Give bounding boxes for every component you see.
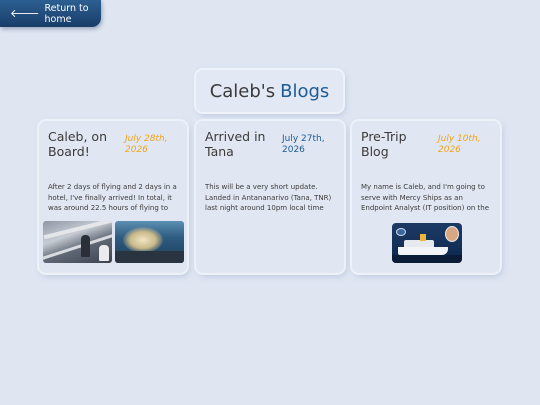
blog-card-excerpt: After 2 days of flying and 2 days in a h… — [48, 183, 177, 212]
blog-card-title: Caleb, on Board! — [48, 129, 108, 159]
blog-card-pre-trip-blog[interactable]: Pre-Trip Blog July 10th, 2026 My name is… — [352, 121, 500, 273]
blog-card-photo-gangway — [43, 221, 112, 263]
blog-card-arrived-in-tana[interactable]: Arrived in Tana July 27th, 2026 This wil… — [196, 121, 344, 273]
return-home-button[interactable]: 🡐 Return to home — [0, 0, 101, 27]
page-title-part1: Caleb's — [209, 80, 276, 102]
blog-card-date: July 27th, 2026 — [282, 134, 325, 155]
blog-card-excerpt: This will be a very short update. Landed… — [205, 183, 332, 212]
return-home-label: Return to home — [44, 2, 89, 25]
blog-card-date: July 28th, 2026 — [125, 134, 168, 155]
blog-card-ship-image — [392, 223, 462, 263]
page-title-part2: Blogs — [280, 80, 330, 102]
blog-card-title: Arrived in Tana — [205, 129, 266, 159]
blog-card-excerpt: My name is Caleb, and I'm going to serve… — [361, 183, 490, 212]
blog-card-photo-window-view — [115, 221, 184, 263]
blog-card-title: Pre-Trip Blog — [361, 129, 407, 159]
page-title: Caleb's Blogs — [196, 70, 343, 112]
arrow-left-icon: 🡐 — [10, 7, 40, 20]
blog-card-date: July 10th, 2026 — [438, 134, 481, 155]
blog-card-caleb-on-board[interactable]: Caleb, on Board! July 28th, 2026 After 2… — [39, 121, 187, 273]
